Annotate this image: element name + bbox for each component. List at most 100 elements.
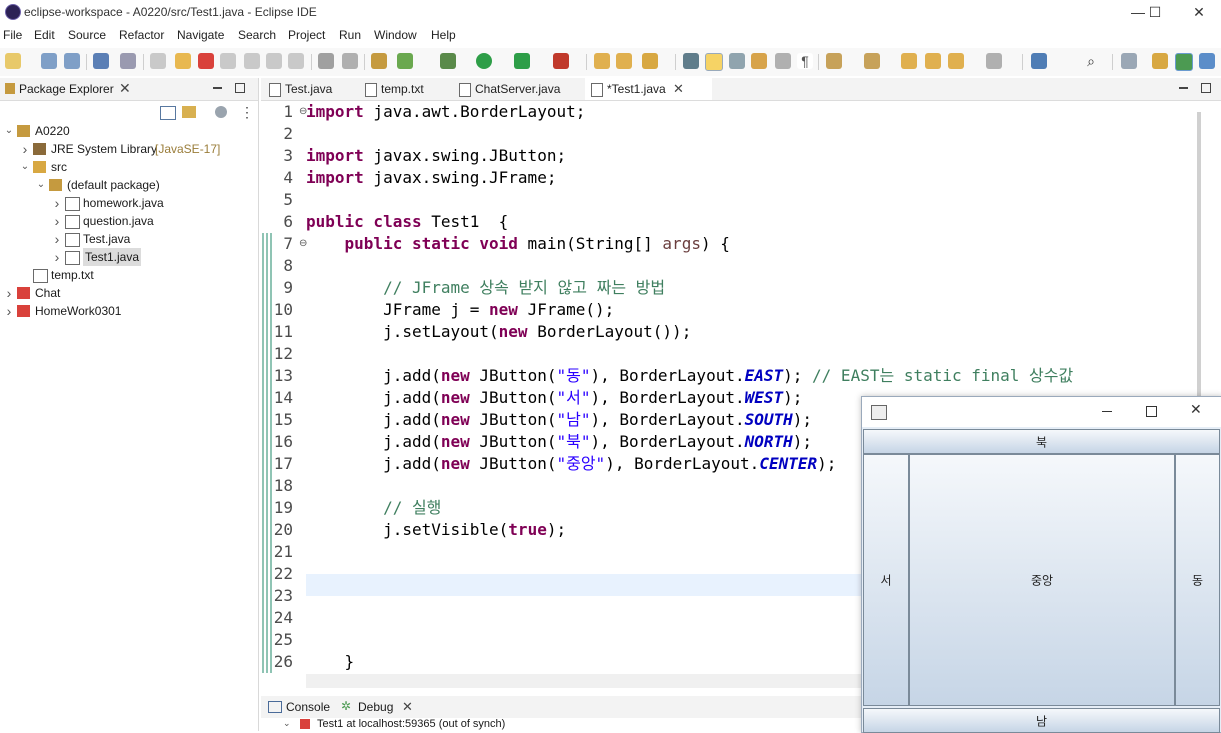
expand-icon[interactable]: ⌄ <box>283 718 291 729</box>
maximize-button[interactable] <box>1146 406 1157 417</box>
java-perspective-icon[interactable] <box>1152 53 1168 69</box>
package-explorer-title[interactable]: Package Explorer <box>19 82 114 96</box>
menu-help[interactable]: Help <box>431 28 456 42</box>
code-line[interactable]: 6 public class Test1 { <box>261 211 1197 233</box>
save-icon[interactable] <box>41 53 57 69</box>
terminate-icon[interactable] <box>198 53 214 69</box>
chevron-right-icon[interactable]: › <box>20 140 30 158</box>
debug-perspective-icon[interactable] <box>1175 53 1193 71</box>
fold-icon[interactable]: ⊖ <box>299 106 307 117</box>
menu-source[interactable]: Source <box>68 28 106 42</box>
tree-item[interactable]: ⌄ (default package) <box>0 176 258 194</box>
center-button[interactable]: 중앙 <box>909 454 1175 706</box>
menu-project[interactable]: Project <box>288 28 325 42</box>
tab-debug[interactable]: Debug <box>358 700 393 714</box>
open-perspective-icon[interactable] <box>1121 53 1137 69</box>
code-line[interactable]: 9 // JFrame 상속 받지 않고 짜는 방법 <box>261 277 1197 299</box>
use-step-filters-icon[interactable] <box>342 53 358 69</box>
new-icon[interactable] <box>5 53 21 69</box>
tree-item[interactable]: ⌄ src <box>0 158 258 176</box>
close-tab-icon[interactable]: ✕ <box>402 699 413 715</box>
chevron-right-icon[interactable]: › <box>52 194 62 212</box>
run-icon[interactable] <box>476 53 492 69</box>
code-line[interactable]: 7 public static void main(String[] args)… <box>261 233 1197 255</box>
chevron-down-icon[interactable]: ⌄ <box>36 176 46 194</box>
annotation-icon[interactable] <box>683 53 699 69</box>
chevron-right-icon[interactable]: › <box>4 284 14 302</box>
step-return-icon[interactable] <box>288 53 304 69</box>
maximize-button[interactable]: ☐ <box>1133 2 1177 22</box>
tree-item[interactable]: › Test.java <box>0 230 258 248</box>
debug-entry[interactable]: Test1 at localhost:59365 (out of synch) <box>317 718 505 730</box>
menu-search[interactable]: Search <box>238 28 276 42</box>
chevron-down-icon[interactable]: ⌄ <box>20 158 30 176</box>
suspend-icon[interactable] <box>175 53 191 69</box>
chevron-right-icon[interactable]: › <box>52 212 62 230</box>
search-task-icon[interactable] <box>642 53 658 69</box>
pin-editor-icon[interactable] <box>1031 53 1047 69</box>
link-with-editor-icon[interactable] <box>182 106 196 118</box>
maximize-editor-icon[interactable] <box>1201 83 1211 93</box>
chevron-right-icon[interactable]: › <box>52 248 62 266</box>
close-tab-icon[interactable]: ✕ <box>673 78 684 100</box>
minimize-editor-icon[interactable] <box>1179 87 1188 89</box>
minimize-view-icon[interactable] <box>213 87 222 89</box>
tree-item[interactable]: › Test1.java <box>0 248 258 266</box>
block-selection-icon[interactable] <box>751 53 767 69</box>
step-over-icon[interactable] <box>266 53 282 69</box>
menu-file[interactable]: File <box>3 28 22 42</box>
code-line[interactable]: 2 <box>261 123 1197 145</box>
tree-item[interactable]: › Chat <box>0 284 258 302</box>
resume-icon[interactable] <box>150 53 166 69</box>
tab-chatserver-java[interactable]: ChatServer.java <box>453 78 593 100</box>
tab-test-java[interactable]: Test.java <box>263 78 370 100</box>
search-icon[interactable]: ⌕ <box>1083 53 1099 69</box>
south-button[interactable]: 남 <box>863 708 1220 733</box>
menu-run[interactable]: Run <box>339 28 361 42</box>
code-line[interactable]: 8 <box>261 255 1197 277</box>
close-view-icon[interactable]: ✕ <box>119 80 131 97</box>
tree-item[interactable]: › question.java <box>0 212 258 230</box>
menu-edit[interactable]: Edit <box>34 28 55 42</box>
terminal-icon[interactable] <box>93 53 109 69</box>
code-line[interactable]: 5 <box>261 189 1197 211</box>
menu-navigate[interactable]: Navigate <box>177 28 224 42</box>
debug-icon[interactable] <box>440 53 456 69</box>
west-button[interactable]: 서 <box>863 454 909 706</box>
focus-icon[interactable] <box>215 106 227 118</box>
chevron-right-icon[interactable]: › <box>4 302 14 320</box>
toggle-mark-icon[interactable] <box>775 53 791 69</box>
close-button[interactable]: ✕ <box>1190 401 1202 418</box>
new-class-icon[interactable] <box>397 53 413 69</box>
highlight-icon[interactable] <box>705 53 723 71</box>
code-line[interactable]: 10 JFrame j = new JFrame(); <box>261 299 1197 321</box>
skip-breakpoints-icon[interactable] <box>120 53 136 69</box>
code-line[interactable]: 13 j.add(new JButton("동"), BorderLayout.… <box>261 365 1197 387</box>
tree-item[interactable]: temp.txt <box>0 266 258 284</box>
previous-annotation-icon[interactable] <box>864 53 880 69</box>
forward-edit-icon[interactable] <box>925 53 941 69</box>
back-icon[interactable] <box>948 53 964 69</box>
open-folder-icon[interactable] <box>616 53 632 69</box>
collapse-all-icon[interactable] <box>160 106 176 120</box>
code-line[interactable]: 1 import java.awt.BorderLayout; <box>261 101 1197 123</box>
tab-test1-java[interactable]: *Test1.java ✕ <box>585 78 712 100</box>
drop-to-frame-icon[interactable] <box>318 53 334 69</box>
code-line[interactable]: 11 j.setLayout(new BorderLayout()); <box>261 321 1197 343</box>
north-button[interactable]: 북 <box>863 429 1220 454</box>
tree-item[interactable]: ⌄ A0220 <box>0 122 258 140</box>
git-perspective-icon[interactable] <box>1199 53 1215 69</box>
menu-refactor[interactable]: Refactor <box>119 28 164 42</box>
maximize-view-icon[interactable] <box>235 83 245 93</box>
tab-console[interactable]: Console <box>286 700 330 714</box>
code-line[interactable]: 12 <box>261 343 1197 365</box>
open-type-icon[interactable] <box>594 53 610 69</box>
new-java-project-icon[interactable] <box>371 53 387 69</box>
forward-icon[interactable] <box>986 53 1002 69</box>
last-edit-icon[interactable] <box>901 53 917 69</box>
step-into-icon[interactable] <box>244 53 260 69</box>
menu-window[interactable]: Window <box>374 28 417 42</box>
show-whitespace-icon[interactable]: ¶ <box>797 53 813 69</box>
view-menu-icon[interactable]: ⋮ <box>240 104 254 121</box>
external-tools-icon[interactable] <box>553 53 569 69</box>
